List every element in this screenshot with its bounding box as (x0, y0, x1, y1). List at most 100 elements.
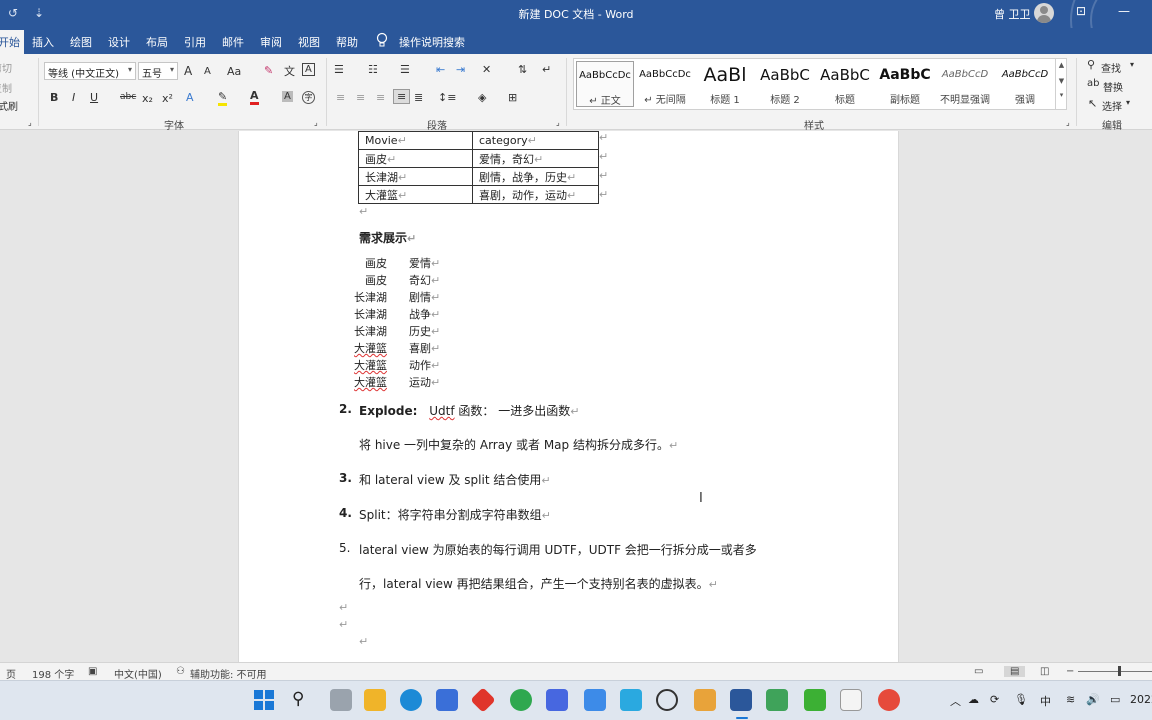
style-emphasis[interactable]: AaBbCcD 强调 (996, 61, 1054, 107)
chevron-down-icon[interactable]: ▼ (1056, 77, 1067, 85)
tab-references[interactable]: 引用 (184, 34, 206, 50)
battery-icon[interactable]: ▭ (1110, 693, 1120, 706)
decrease-indent-icon[interactable]: ⇤ (436, 63, 445, 76)
app-snail-icon[interactable] (878, 689, 900, 711)
bold-button[interactable]: B (50, 91, 58, 104)
search-icon[interactable]: ⚲ (292, 689, 304, 709)
borders-icon[interactable]: ⊞ (508, 91, 517, 104)
avatar[interactable] (1034, 3, 1054, 23)
grow-font-button[interactable]: A (184, 64, 192, 78)
zoom-slider[interactable] (1078, 671, 1152, 672)
strikethrough-button[interactable]: abc (120, 92, 136, 102)
app-green-icon[interactable] (766, 689, 788, 711)
style-normal[interactable]: AaBbCcDc ↵ 正文 (576, 61, 634, 107)
list-item[interactable]: 画皮 爱情↵ (349, 255, 440, 271)
style-no-spacing[interactable]: AaBbCcDc ↵ 无间隔 (636, 61, 694, 107)
print-layout-icon[interactable]: ▤ (1004, 666, 1026, 677)
ribbon-display-icon[interactable]: ⊡ (1076, 4, 1086, 18)
ime-indicator[interactable]: 中 (1040, 693, 1051, 709)
list-item[interactable]: lateral view 为原始表的每行调用 UDTF，UDTF 会把一行拆分成… (359, 541, 757, 558)
volume-icon[interactable]: 🔊 (1086, 693, 1100, 706)
font-name-combo[interactable]: 等线 (中文正文) ▾ (44, 62, 136, 80)
tab-draw[interactable]: 绘图 (70, 34, 92, 50)
app-red-icon[interactable] (470, 687, 496, 713)
multilevel-list-icon[interactable]: ☰ (400, 63, 410, 76)
app-spiral-icon[interactable] (656, 689, 678, 711)
style-title[interactable]: AaBbC 标题 (816, 61, 874, 107)
line-spacing-icon[interactable]: ↕≡ (438, 91, 456, 104)
styles-launcher-icon[interactable]: ⌟ (1066, 118, 1070, 127)
highlight-icon[interactable]: ✎ (218, 90, 228, 106)
font-size-combo[interactable]: 五号 ▾ (138, 62, 178, 80)
format-painter-button[interactable]: 格式刷 (0, 98, 18, 113)
list-item[interactable]: 长津湖 战争↵ (349, 306, 440, 322)
tab-help[interactable]: 帮助 (336, 34, 358, 50)
bullets-icon[interactable]: ☰ (334, 63, 344, 76)
task-view-icon[interactable] (330, 689, 352, 711)
enclose-char-icon[interactable]: 字 (302, 91, 315, 104)
sort-icon[interactable]: ⇅ (518, 63, 527, 76)
clear-format-icon[interactable]: ✎ (264, 64, 273, 77)
focus-mode-icon[interactable]: ▭ (974, 666, 983, 677)
list-item[interactable]: 画皮 奇幻↵ (349, 272, 440, 288)
change-case-button[interactable]: Aa (227, 65, 241, 78)
web-layout-icon[interactable]: ◫ (1040, 666, 1049, 677)
store-icon[interactable] (436, 689, 458, 711)
style-heading-1[interactable]: AaBl 标题 1 (696, 61, 754, 107)
select-button[interactable]: 选择 (1102, 98, 1122, 113)
chrome-icon[interactable] (510, 689, 532, 711)
gallery-more-icon[interactable]: ▾ (1056, 91, 1067, 99)
item5-continuation[interactable]: 行，lateral view 再把结果组合，产生一个支持别名表的虚拟表。↵ (359, 575, 718, 592)
italic-button[interactable]: I (72, 91, 75, 104)
accessibility-status[interactable]: 辅助功能: 不可用 (190, 666, 267, 681)
tab-insert[interactable]: 插入 (32, 34, 54, 50)
list-item[interactable]: 大灌篮 喜剧↵ (349, 340, 440, 356)
tab-layout[interactable]: 布局 (146, 34, 168, 50)
subscript-button[interactable]: x₂ (142, 92, 153, 105)
replace-button[interactable]: 替换 (1103, 79, 1123, 94)
page-indicator[interactable]: 页 (6, 666, 16, 681)
shrink-font-button[interactable]: A (204, 66, 211, 77)
microphone-icon[interactable]: 🎙 (1014, 693, 1028, 706)
item2-description[interactable]: 将 hive 一列中复杂的 Array 或者 Map 结构拆分成多行。↵ (359, 436, 678, 453)
chevron-down-icon[interactable]: ▾ (1126, 98, 1130, 107)
clock[interactable]: 2022 (1130, 693, 1152, 706)
tell-me-search[interactable]: 操作说明搜索 (399, 34, 465, 50)
chevron-up-icon[interactable]: ▲ (1056, 61, 1067, 69)
superscript-button[interactable]: x² (162, 92, 173, 105)
list-item[interactable]: 和 lateral view 及 split 结合使用↵ (359, 471, 551, 488)
windows-start-icon[interactable] (254, 690, 274, 710)
shading-icon[interactable]: ◈ (478, 91, 486, 104)
align-right-icon[interactable]: ≡ (376, 91, 385, 104)
tab-mailings[interactable]: 邮件 (222, 34, 244, 50)
movie-table[interactable]: Movie↵ category↵ 画皮↵ 爱情，奇幻↵ 长津湖↵ 剧情，战争，历… (358, 131, 599, 204)
app-arrow-icon[interactable] (584, 689, 606, 711)
document-page[interactable]: Movie↵ category↵ 画皮↵ 爱情，奇幻↵ 长津湖↵ 剧情，战争，历… (238, 131, 899, 662)
list-item[interactable]: 大灌篮 动作↵ (349, 357, 440, 373)
increase-indent-icon[interactable]: ⇥ (456, 63, 465, 76)
proofing-icon[interactable]: ▣ (88, 666, 97, 677)
minimize-button[interactable]: — (1118, 4, 1130, 18)
font-color-button[interactable]: A (250, 89, 259, 105)
list-item[interactable]: Explode: Udtf 函数： 一进多出函数↵ (359, 402, 579, 419)
word-icon[interactable] (730, 689, 752, 711)
bilibili-icon[interactable] (620, 689, 642, 711)
table-cell[interactable]: 剧情，战争，历史↵ (472, 167, 599, 186)
align-center-icon[interactable]: ≡ (356, 91, 365, 104)
phonetic-guide-icon[interactable]: 文 (284, 63, 295, 79)
wechat-icon[interactable] (804, 689, 826, 711)
list-item[interactable]: 长津湖 历史↵ (349, 323, 440, 339)
table-cell[interactable]: 大灌篮↵ (358, 185, 473, 204)
asian-layout-icon[interactable]: ✕ (482, 63, 491, 76)
underline-button[interactable]: U (90, 91, 98, 104)
char-shading-icon[interactable]: A (282, 91, 293, 102)
tab-review[interactable]: 审阅 (260, 34, 282, 50)
styles-scroll[interactable]: ▲ ▼ ▾ (1055, 58, 1067, 110)
edge-icon[interactable] (400, 689, 422, 711)
table-cell[interactable]: 喜剧，动作，运动↵ (472, 185, 599, 204)
app-blue-icon[interactable] (546, 689, 568, 711)
paragraph-launcher-icon[interactable]: ⌟ (556, 118, 560, 127)
section-heading[interactable]: 需求展示↵ (359, 229, 416, 246)
cut-button[interactable]: 剪切 (0, 60, 12, 75)
chevron-up-icon[interactable]: ︿ (950, 693, 961, 709)
